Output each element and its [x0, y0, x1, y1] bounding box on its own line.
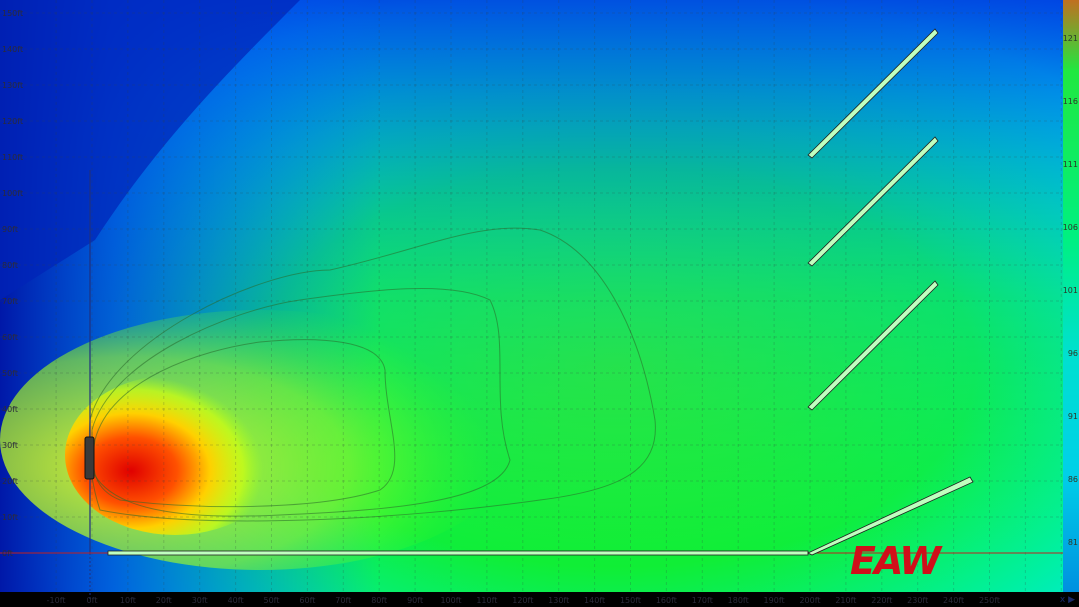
y-tick-label: 150ft — [2, 9, 23, 18]
svg-text:EAW: EAW — [850, 542, 943, 578]
scale-label: 121 — [1062, 34, 1078, 43]
x-tick-label: 230ft — [907, 596, 928, 605]
y-tick-label: 90ft — [2, 225, 18, 234]
x-tick-label: 160ft — [656, 596, 677, 605]
x-tick-label: 210ft — [835, 596, 856, 605]
x-tick-label: 220ft — [871, 596, 892, 605]
x-tick-label: 150ft — [620, 596, 641, 605]
x-tick-label: 180ft — [728, 596, 749, 605]
y-tick-label: 40ft — [2, 405, 18, 414]
y-tick-label: 100ft — [2, 189, 23, 198]
x-tick-label: 130ft — [548, 596, 569, 605]
scale-label: 91 — [1067, 412, 1078, 421]
x-tick-label: 70ft — [335, 596, 351, 605]
y-tick-label: 130ft — [2, 81, 23, 90]
x-tick-label: 170ft — [692, 596, 713, 605]
scale-label: 96 — [1067, 349, 1078, 358]
x-tick-label: 80ft — [371, 596, 387, 605]
x-tick-label: 240ft — [943, 596, 964, 605]
y-tick-label: 80ft — [2, 261, 18, 270]
y-tick-label: 30ft — [2, 441, 18, 450]
x-axis: -10ft 0ft 10ft 20ft 30ft 40ft 50ft 60ft 70ft 80ft… — [47, 596, 1000, 605]
y-tick-label: 110ft — [2, 153, 23, 162]
x-tick-label: 50ft — [264, 596, 280, 605]
x-tick-label: 40ft — [228, 596, 244, 605]
x-nav-label: x — [1059, 595, 1066, 605]
x-tick-label: -10ft — [47, 596, 66, 605]
scale-label: 86 — [1067, 475, 1078, 484]
x-tick-label: 250ft — [979, 596, 1000, 605]
scale-label: 106 — [1062, 223, 1078, 232]
y-tick-label: 20ft — [2, 477, 18, 486]
x-tick-label: 200ft — [799, 596, 820, 605]
scale-label: 116 — [1062, 97, 1078, 106]
eaw-logo: EAW — [850, 542, 945, 578]
x-tick-label: 100ft — [440, 596, 461, 605]
scroll-nav[interactable]: x ▶ — [1060, 595, 1075, 605]
scale-label: 111 — [1062, 160, 1078, 169]
x-tick-label: 0ft — [87, 596, 98, 605]
x-tick-label: 110ft — [476, 596, 497, 605]
x-tick-label: 140ft — [584, 596, 605, 605]
y-tick-label: 60ft — [2, 333, 18, 342]
scale-label: 81 — [1067, 538, 1078, 547]
x-tick-label: 60ft — [299, 596, 315, 605]
x-tick-label: 20ft — [156, 596, 172, 605]
x-tick-label: 90ft — [407, 596, 423, 605]
y-tick-label: 0ft — [2, 549, 13, 558]
speaker-icon[interactable] — [84, 436, 95, 480]
x-tick-label: 120ft — [512, 596, 533, 605]
audience-plane-floor[interactable] — [107, 550, 809, 556]
y-tick-label: 140ft — [2, 45, 23, 54]
scroll-right-icon[interactable]: ▶ — [1068, 595, 1075, 605]
y-tick-label: 70ft — [2, 297, 18, 306]
y-tick-label: 10ft — [2, 513, 18, 522]
x-tick-label: 30ft — [192, 596, 208, 605]
y-tick-label: 120ft — [2, 117, 23, 126]
spl-coverage-map: -10ft 0ft 10ft 20ft 30ft 40ft 50ft 60ft 70ft 80ft… — [0, 0, 1063, 605]
y-tick-label: 50ft — [2, 369, 18, 378]
spl-scale-bar: 121 116 111 106 101 96 91 86 81 — [1063, 0, 1079, 592]
x-tick-label: 190ft — [764, 596, 785, 605]
scale-label: 101 — [1062, 286, 1078, 295]
x-tick-label: 10ft — [120, 596, 136, 605]
